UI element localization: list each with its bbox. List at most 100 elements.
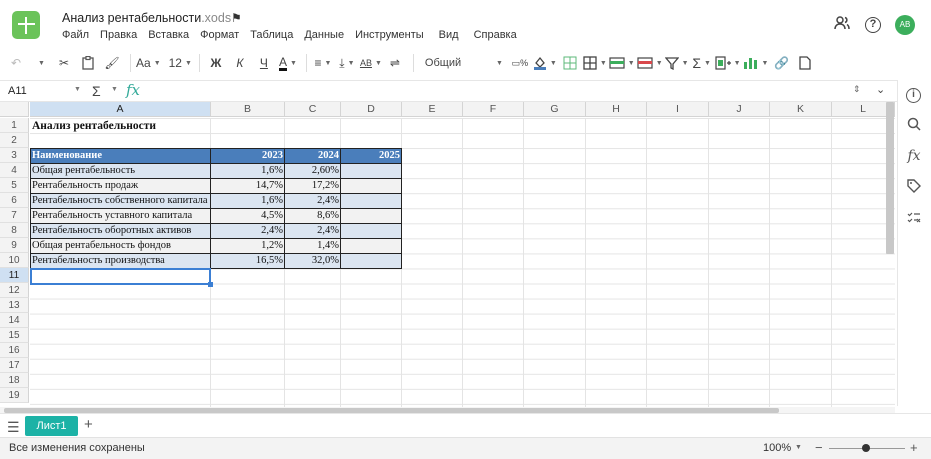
row-header[interactable]: 7	[0, 208, 29, 223]
column-header-h[interactable]: H	[586, 102, 647, 117]
column-header-b[interactable]: B	[211, 102, 285, 117]
column-header-g[interactable]: G	[524, 102, 586, 117]
row-header[interactable]: 2	[0, 133, 29, 148]
zoom-in-icon[interactable]: +	[910, 440, 918, 455]
row-header[interactable]: 16	[0, 343, 29, 358]
undo-caret-icon[interactable]: ▼	[29, 52, 51, 74]
number-format-icon[interactable]: ▭%	[509, 52, 531, 74]
text-wrap-button[interactable]: AB ▼	[360, 52, 382, 74]
borders-icon[interactable]	[559, 52, 581, 74]
row-header[interactable]: 9	[0, 238, 29, 253]
flag-icon[interactable]: ⚑	[231, 11, 242, 25]
menu-edit[interactable]: Правка	[100, 29, 137, 41]
help-icon[interactable]: ?	[865, 17, 881, 33]
row-header[interactable]: 18	[0, 373, 29, 388]
row-header[interactable]: 1	[0, 118, 29, 133]
insert-link-icon[interactable]: 🔗	[770, 52, 792, 74]
row-header[interactable]: 4	[0, 163, 29, 178]
fill-handle[interactable]	[208, 282, 213, 287]
sheet-tab-active[interactable]: Лист1	[25, 416, 78, 436]
select-all-corner[interactable]	[0, 102, 29, 117]
insert-chart-icon[interactable]: ▼	[743, 52, 768, 74]
zoom-slider-handle[interactable]	[862, 444, 870, 452]
chevron-down-icon[interactable]: ⌄	[876, 83, 885, 96]
underline-button[interactable]: Ч	[253, 52, 275, 74]
sheet-title-cell[interactable]: Анализ рентабельности	[30, 118, 330, 133]
zoom-level[interactable]: 100%	[763, 442, 791, 454]
menu-insert[interactable]: Вставка	[148, 29, 189, 41]
column-header-f[interactable]: F	[463, 102, 524, 117]
column-header-a[interactable]: A	[30, 102, 211, 117]
row-header[interactable]: 14	[0, 313, 29, 328]
autosum-button[interactable]: Σ ▼	[691, 52, 713, 74]
spreadsheet-grid[interactable]: A B C D E F G H I J K L 1 2 3 4 5 6 7 8 …	[0, 102, 895, 407]
row-header[interactable]: 19	[0, 388, 29, 403]
row-header[interactable]: 5	[0, 178, 29, 193]
column-header-d[interactable]: D	[341, 102, 402, 117]
row-header[interactable]: 11	[0, 268, 29, 283]
menu-data[interactable]: Данные	[304, 29, 344, 41]
avatar[interactable]: AB	[895, 15, 915, 35]
column-header-e[interactable]: E	[402, 102, 463, 117]
spreadsheet-app-icon[interactable]	[12, 11, 40, 39]
text-color-button[interactable]: A ▼	[277, 52, 299, 74]
column-header-i[interactable]: I	[647, 102, 709, 117]
row-header[interactable]: 17	[0, 358, 29, 373]
insert-image-icon[interactable]	[794, 52, 816, 74]
add-sheet-icon[interactable]: +	[84, 416, 93, 433]
search-icon[interactable]	[904, 116, 924, 136]
format-painter-icon[interactable]: 🖌	[101, 52, 123, 74]
row-header[interactable]: 3	[0, 148, 29, 163]
zoom-out-icon[interactable]: −	[815, 440, 823, 455]
number-format-select[interactable]: Общий ▼	[419, 52, 507, 74]
menu-help[interactable]: Справка	[474, 29, 517, 41]
valign-bottom-icon[interactable]: ⤓ ▼	[336, 52, 358, 74]
row-header[interactable]: 12	[0, 283, 29, 298]
menu-file[interactable]: Файл	[62, 29, 89, 41]
menu-view[interactable]: Вид	[439, 29, 459, 41]
font-name-select[interactable]: Aa ▼	[136, 52, 161, 74]
paste-icon[interactable]	[77, 52, 99, 74]
info-icon[interactable]: i	[906, 88, 921, 103]
zoom-caret-icon[interactable]: ▼	[795, 444, 802, 451]
delete-row-icon[interactable]: ▼	[637, 52, 663, 74]
align-left-icon[interactable]: ≡ ▼	[312, 52, 334, 74]
wrap-text-icon[interactable]: ⇌	[384, 52, 406, 74]
row-header[interactable]: 10	[0, 253, 29, 268]
filter-icon[interactable]: ▼	[664, 52, 689, 74]
column-header-c[interactable]: C	[285, 102, 341, 117]
function-sum-button[interactable]: Σ	[92, 83, 101, 99]
row-header[interactable]: 6	[0, 193, 29, 208]
checklist-icon[interactable]	[904, 210, 924, 230]
sheet-list-icon[interactable]: ☰	[7, 419, 20, 436]
cut-icon[interactable]: ✂	[53, 52, 75, 74]
name-box[interactable]: A11	[8, 85, 27, 97]
insert-function-button[interactable]: fx	[126, 81, 140, 99]
conditional-format-icon[interactable]: ▼	[715, 52, 741, 74]
share-users-icon[interactable]	[833, 16, 851, 34]
menu-format[interactable]: Формат	[200, 29, 239, 41]
insert-row-icon[interactable]: ▼	[609, 52, 635, 74]
column-header-k[interactable]: K	[770, 102, 832, 117]
tag-icon[interactable]	[904, 178, 924, 198]
function-icon[interactable]: fx	[904, 146, 924, 166]
name-box-caret-icon[interactable]: ▼	[74, 86, 81, 93]
formula-resize-icon[interactable]: ⇕	[853, 84, 861, 95]
italic-button[interactable]: К	[229, 52, 251, 74]
menu-table[interactable]: Таблица	[250, 29, 293, 41]
formula-input[interactable]	[150, 85, 840, 99]
active-cell-a11[interactable]	[30, 268, 211, 285]
menu-tools[interactable]: Инструменты	[355, 29, 424, 41]
row-header[interactable]: 13	[0, 298, 29, 313]
row-header[interactable]: 15	[0, 328, 29, 343]
row-header[interactable]: 8	[0, 223, 29, 238]
font-size-select[interactable]: 12 ▼	[169, 52, 192, 74]
column-header-j[interactable]: J	[709, 102, 770, 117]
vertical-scrollbar[interactable]	[886, 102, 894, 254]
function-caret-icon[interactable]: ▼	[111, 86, 118, 93]
fill-color-icon[interactable]: ▼	[533, 52, 557, 74]
undo-icon[interactable]: ↶	[5, 52, 27, 74]
merge-cells-icon[interactable]: ▼	[583, 52, 607, 74]
bold-button[interactable]: Ж	[205, 52, 227, 74]
document-title[interactable]: Анализ рентабельности.xods	[62, 11, 231, 25]
